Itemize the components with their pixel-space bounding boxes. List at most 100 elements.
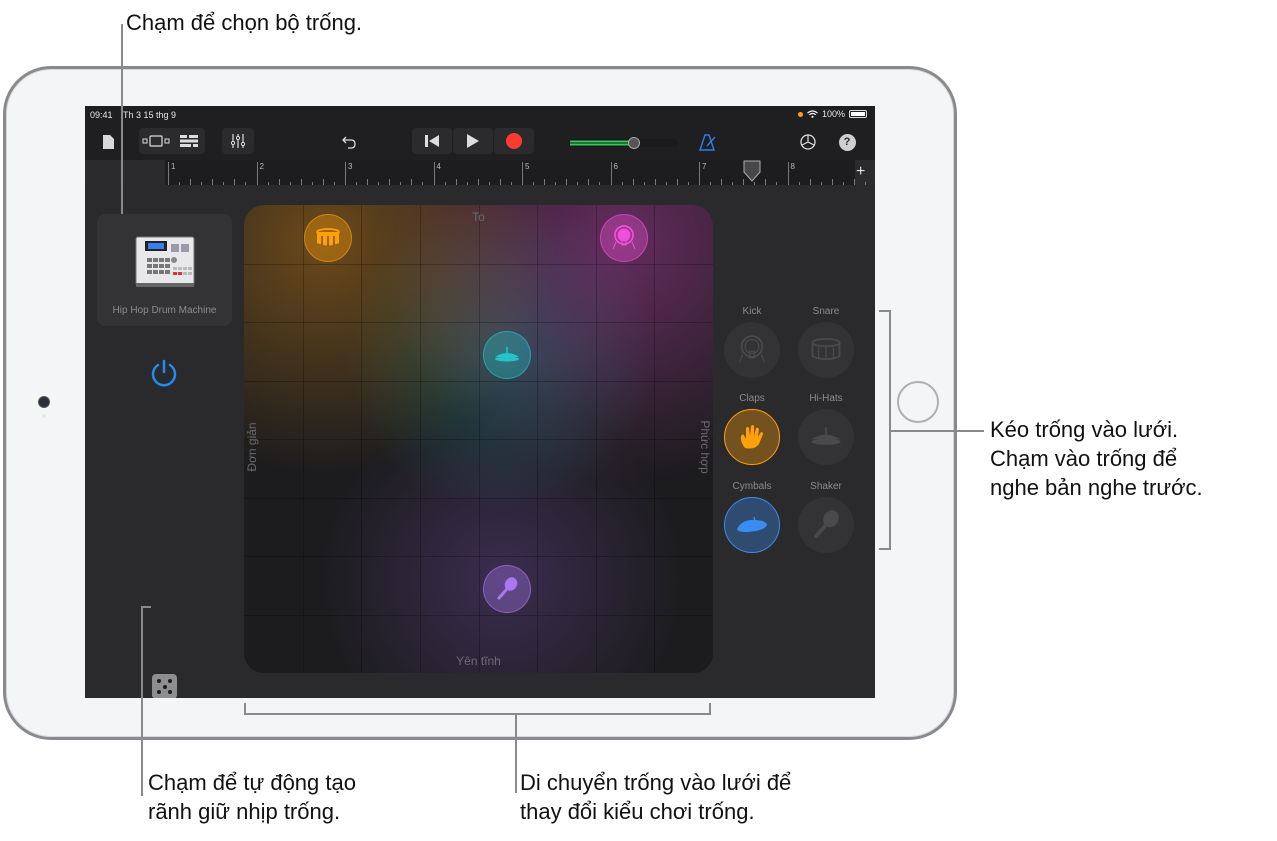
power-button[interactable] [148, 357, 180, 389]
timeline-ruler[interactable]: 1 2 3 4 5 6 7 8 [165, 160, 866, 185]
dice-pip [162, 684, 167, 689]
callout-choose-kit: Chạm để chọn bộ trống. [126, 10, 363, 35]
pad-label-shaker: Shaker [810, 481, 842, 492]
grid-label-simple: Đơn giản [245, 422, 259, 472]
ruler-bar-5: 5 [522, 162, 529, 185]
playhead[interactable] [743, 160, 761, 182]
drum-pad-shaker[interactable] [798, 497, 854, 553]
undo-icon [342, 136, 356, 149]
drum-pad-kick[interactable] [724, 322, 780, 378]
callout-drag-drums: Kéo trống vào lưới. Chạm vào trống để ng… [990, 415, 1203, 502]
camera-icon [39, 397, 49, 407]
ruler-bar-6: 6 [610, 162, 618, 185]
volume-level [570, 143, 632, 146]
volume-knob[interactable] [628, 137, 640, 149]
help-button[interactable]: ? [835, 130, 859, 154]
rewind-button[interactable] [412, 128, 452, 154]
bracket-bottom-right [709, 703, 711, 715]
hi-hats-icon [809, 427, 843, 447]
kick-icon [612, 225, 636, 251]
grid-puck-shaker[interactable] [482, 565, 531, 614]
grid-line [654, 205, 656, 673]
grid-line [244, 439, 713, 440]
pad-label-claps: Claps [739, 393, 765, 404]
master-volume-slider[interactable] [568, 136, 678, 149]
hi-hats-icon [493, 347, 521, 363]
grid-puck-hi-hats[interactable] [482, 331, 531, 380]
metronome-button[interactable] [696, 130, 720, 154]
volume-slider-track [568, 137, 678, 149]
left-panel: Hip Hop Drum Machine Đặt lại [85, 185, 243, 698]
view-tracks-icon [142, 135, 169, 147]
callout-move-drums: Di chuyển trống vào lưới để thay đổi kiể… [520, 768, 791, 826]
settings-icon [800, 134, 816, 150]
tracks-view-button[interactable] [139, 135, 172, 147]
view-list-icon [179, 135, 198, 147]
undo-button[interactable] [337, 130, 361, 154]
wifi-icon [807, 110, 818, 118]
record-icon [506, 133, 522, 149]
callout-line: Chạm để tự động tạo [148, 770, 356, 795]
help-icon: ? [838, 133, 856, 151]
shaker-icon [496, 577, 518, 601]
pad-label-kick: Kick [742, 306, 762, 317]
drum-pad-claps[interactable] [724, 409, 780, 465]
drum-pad-snare[interactable] [798, 322, 854, 378]
callout-line: Chạm vào trống để [990, 446, 1178, 471]
ruler-bar-1: 1 [168, 162, 175, 185]
callout-line: Di chuyển trống vào lưới để [520, 770, 792, 795]
drum-pad-cymbals[interactable] [724, 497, 780, 553]
drum-pad-hi-hats[interactable] [798, 409, 854, 465]
autoplay-dice-button[interactable] [152, 674, 177, 698]
settings-button[interactable] [796, 130, 820, 154]
mixer-icon [230, 134, 246, 148]
grid-label-complex: Phức hợp [698, 420, 712, 474]
callout-autoplay: Chạm để tự động tạo rãnh giữ nhịp trống. [148, 768, 356, 826]
add-section-button[interactable]: + [856, 163, 865, 181]
ruler-bar-4: 4 [433, 162, 441, 185]
status-bar: 09:41 Th 3 15 thg 9 100% [85, 106, 875, 124]
mixer-button[interactable] [222, 128, 254, 154]
pad-label-cymbals: Cymbals [732, 481, 772, 492]
status-date: Th 3 15 thg 9 [123, 110, 177, 120]
drum-machine-icon [135, 236, 195, 287]
pad-label-hi-hats: Hi-Hats [809, 393, 843, 404]
view-toggle-group [139, 128, 205, 154]
garageband-screen: 09:41 Th 3 15 thg 9 100% ? 1 2 3 4 5 6 7… [85, 106, 875, 698]
status-time: 09:41 [90, 110, 113, 120]
bracket-bottom [244, 713, 711, 715]
snare-icon [810, 337, 842, 363]
grid-puck-kick[interactable] [599, 214, 648, 263]
play-button[interactable] [453, 128, 493, 154]
grid-label-quiet: Yên tĩnh [456, 654, 501, 668]
grid-line [244, 614, 713, 616]
sensor-dot [42, 414, 46, 418]
drum-kit-selector[interactable]: Hip Hop Drum Machine [97, 214, 232, 326]
drum-kit-name: Hip Hop Drum Machine [112, 305, 217, 316]
leader-line-top [121, 24, 123, 214]
claps-icon [737, 422, 767, 452]
callout-line: nghe bản nghe trước. [990, 475, 1203, 500]
rewind-icon [425, 135, 439, 147]
home-button[interactable] [897, 381, 939, 423]
kick-icon [737, 335, 767, 365]
grid-line [537, 205, 539, 673]
grid-line [595, 205, 597, 673]
snare-icon [315, 228, 341, 248]
record-button[interactable] [494, 128, 534, 154]
pad-label-snare: Snare [812, 306, 840, 317]
leader-line-right [889, 430, 984, 432]
callout-line: Kéo trống vào lưới. [990, 417, 1179, 442]
volume-level [570, 140, 632, 143]
toolbar: ? [85, 124, 875, 160]
list-view-button[interactable] [172, 135, 205, 147]
metronome-icon [699, 133, 716, 151]
ruler-bar-2: 2 [256, 162, 264, 185]
leader-line-bottom-left-tick [141, 606, 151, 608]
document-button[interactable] [97, 131, 119, 153]
callout-line: rãnh giữ nhịp trống. [148, 799, 341, 824]
grid-line [244, 497, 713, 499]
cymbals-icon [734, 515, 770, 535]
callout-line: thay đổi kiểu chơi trống. [520, 799, 755, 824]
drum-pattern-grid[interactable]: To Yên tĩnh Đơn giản Phức hợp [244, 205, 713, 673]
